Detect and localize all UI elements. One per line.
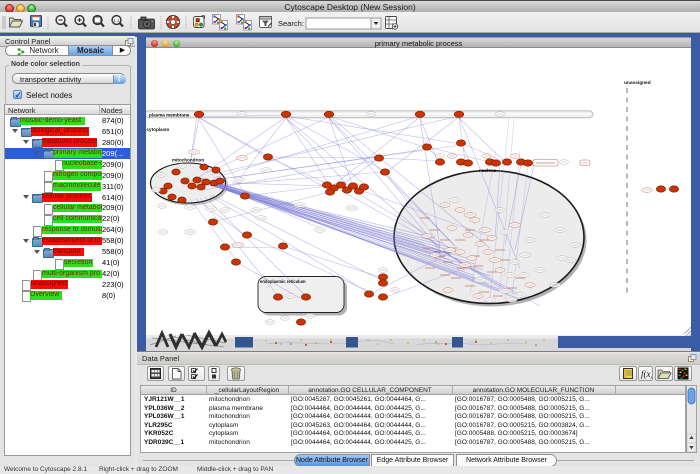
svg-text:mitochondrion: mitochondrion — [172, 158, 204, 163]
svg-text:endoplasmic reticulum: endoplasmic reticulum — [260, 279, 306, 284]
svg-text:nucleus: nucleus — [479, 168, 497, 173]
svg-text:cytoplasm: cytoplasm — [147, 127, 170, 132]
svg-text:plasma membrane: plasma membrane — [149, 113, 190, 118]
svg-text:Search:: Search: — [278, 19, 304, 28]
svg-text:1:1: 1:1 — [113, 18, 120, 23]
svg-text:unassigned: unassigned — [624, 80, 651, 86]
svg-text:f(x): f(x) — [641, 369, 652, 379]
